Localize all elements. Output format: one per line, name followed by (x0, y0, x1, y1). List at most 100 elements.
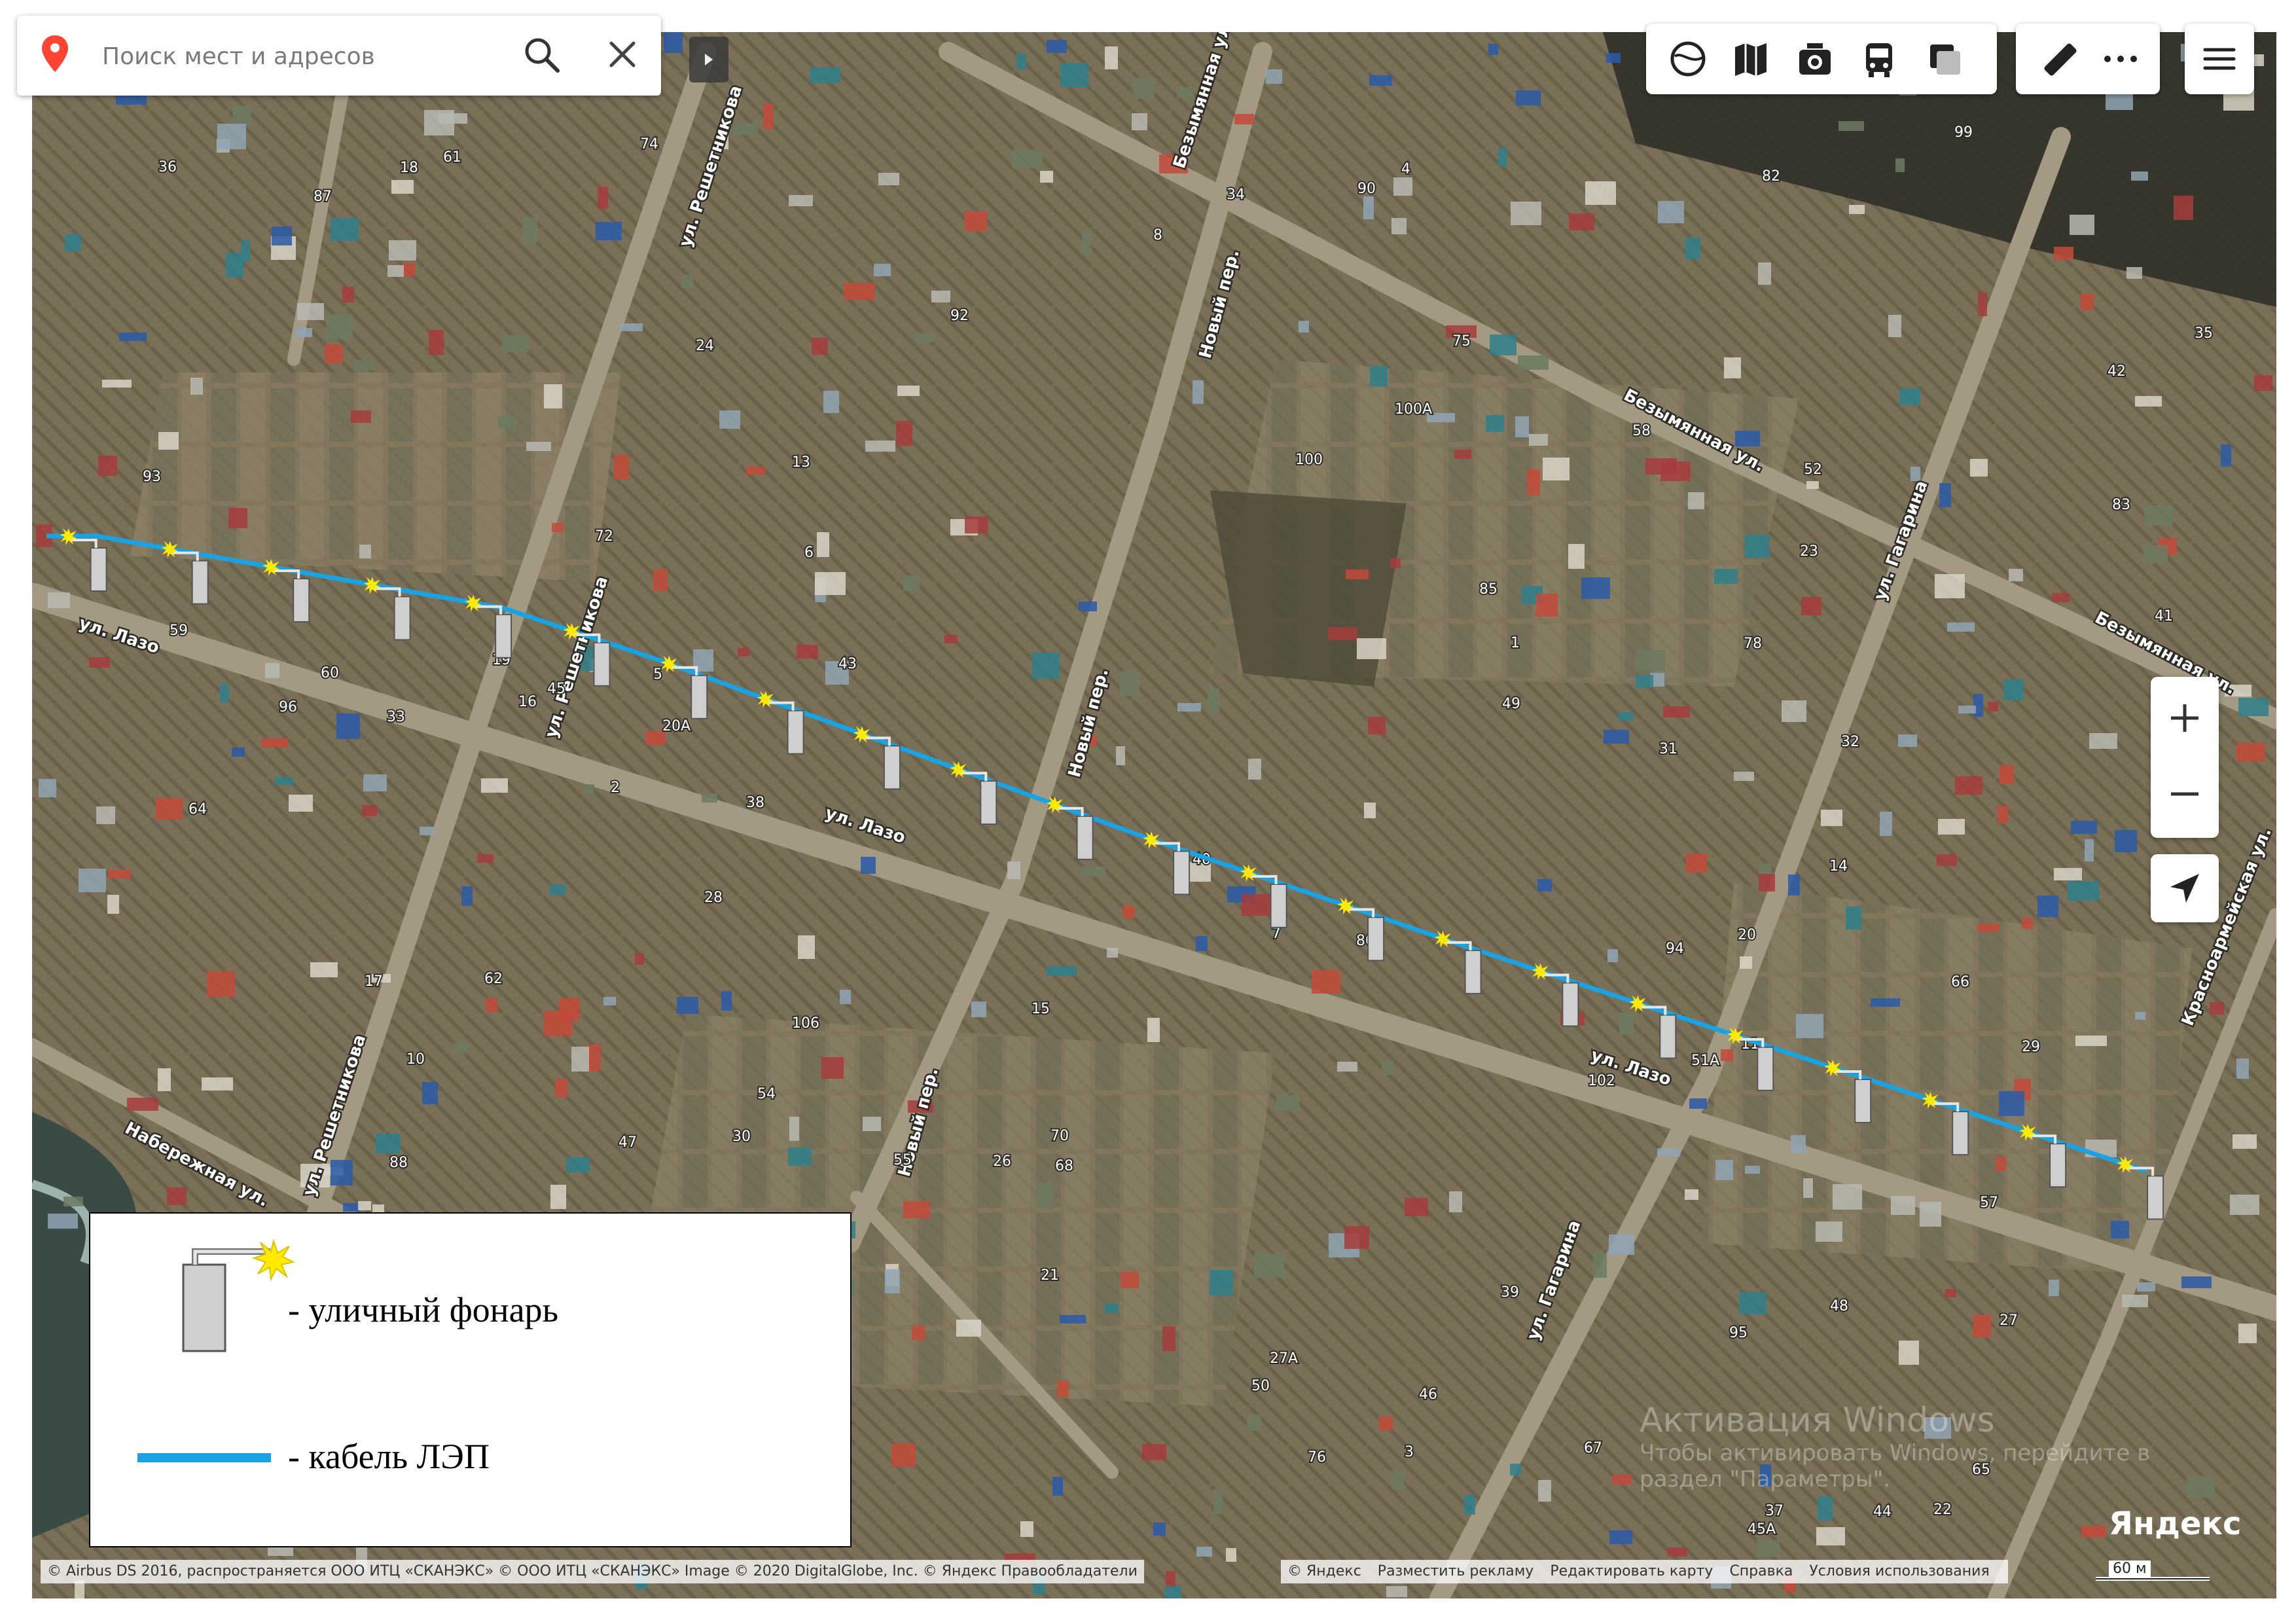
house (1899, 388, 1920, 405)
house (526, 442, 551, 451)
copyright-bar[interactable]: © Airbus DS 2016, распространяется ООО И… (41, 1560, 1144, 1583)
house-number: 76 (1308, 1449, 1326, 1466)
house (1689, 1098, 1707, 1109)
house (1663, 706, 1690, 717)
house-number: 6 (804, 545, 814, 561)
menu-button[interactable] (2185, 24, 2254, 94)
house-number: 92 (950, 308, 969, 324)
house (1568, 544, 1585, 569)
house (903, 575, 920, 591)
zoom-in-button[interactable] (2151, 682, 2219, 754)
house (878, 173, 899, 185)
house-number: 8 (1153, 227, 1162, 244)
more-icon[interactable] (2100, 38, 2142, 80)
collapse-panel-button[interactable] (689, 37, 728, 82)
house-number: 67 (1584, 1440, 1602, 1456)
panorama-icon[interactable] (1794, 38, 1836, 80)
house (1047, 40, 1067, 53)
house (1247, 1415, 1261, 1431)
layers-icon[interactable] (1667, 38, 1709, 80)
house (1796, 1014, 1823, 1038)
help-link[interactable]: Справка (1729, 1563, 1793, 1579)
house-number: 55 (893, 1152, 912, 1168)
windows-activation-watermark: Активация Windows Чтобы активировать Win… (1640, 1401, 2229, 1492)
house (1393, 177, 1412, 196)
house (389, 240, 416, 261)
house-number: 5 (653, 666, 662, 683)
house (1645, 458, 1677, 475)
house (1344, 1226, 1369, 1249)
house (1609, 1530, 1632, 1544)
house-number: 28 (704, 890, 723, 906)
house-number: 17 (365, 973, 383, 990)
ads-link[interactable]: Разместить рекламу (1378, 1563, 1534, 1579)
house (681, 275, 694, 288)
my-location-button[interactable] (2151, 854, 2219, 922)
house-number: 14 (1829, 858, 1848, 875)
house (343, 1203, 360, 1212)
house (2254, 375, 2272, 391)
house (1609, 1235, 1634, 1255)
house (598, 187, 608, 209)
house-number: 94 (1666, 941, 1684, 957)
house-number: 42 (2108, 363, 2126, 380)
house-number: 99 (1954, 124, 1973, 141)
house (2052, 593, 2070, 602)
house (1606, 53, 1621, 63)
house (1242, 894, 1272, 916)
house (2054, 868, 2082, 880)
house (817, 532, 829, 557)
search-icon[interactable] (522, 35, 562, 77)
house-number: 88 (389, 1155, 408, 1171)
house (351, 410, 371, 423)
house (1685, 238, 1700, 259)
map-toolbar (1646, 24, 1997, 94)
ruler-icon[interactable] (2039, 38, 2081, 80)
search-input[interactable] (101, 35, 470, 77)
house (158, 1068, 171, 1091)
house (265, 663, 279, 678)
house (325, 344, 343, 363)
house (2081, 1526, 2106, 1538)
house (1715, 1160, 1733, 1180)
house (788, 1147, 812, 1166)
house-number: 3 (1405, 1444, 1414, 1460)
house (812, 338, 828, 355)
house (1593, 1252, 1607, 1278)
edit-map-link[interactable]: Редактировать карту (1550, 1563, 1713, 1579)
house (522, 217, 537, 243)
house (96, 806, 115, 824)
house (387, 265, 404, 277)
house (821, 1057, 844, 1079)
yandex-copyright-link[interactable]: © Яндекс (1287, 1563, 1361, 1579)
zoom-out-button[interactable] (2151, 758, 2219, 830)
house-number: 54 (757, 1086, 776, 1102)
house (156, 798, 183, 820)
terms-link[interactable]: Условия использования (1809, 1563, 1989, 1579)
house (844, 283, 875, 300)
scale-label: 60 м (2109, 1561, 2151, 1577)
close-icon[interactable] (607, 39, 637, 72)
house (1668, 1547, 1687, 1557)
house-number: 49 (1502, 696, 1520, 712)
house (362, 805, 377, 816)
house (363, 774, 387, 791)
house (1147, 1018, 1160, 1042)
legend-cable-label: - кабель ЛЭП (288, 1437, 490, 1476)
house (108, 870, 131, 878)
house (2003, 679, 2024, 700)
transit-icon[interactable] (1858, 38, 1900, 80)
house (1454, 450, 1471, 459)
house-number: 50 (1251, 1378, 1270, 1394)
map-switch-icon[interactable] (1730, 38, 1772, 80)
house-number: 58 (1632, 423, 1651, 439)
house (2122, 1295, 2148, 1307)
house (429, 330, 444, 355)
watermark-title: Активация Windows (1640, 1401, 1995, 1440)
house (2221, 444, 2231, 467)
house (1166, 1571, 1175, 1587)
house (1020, 1521, 1033, 1537)
traffic-icon[interactable] (1924, 38, 1965, 80)
field-zone (1701, 883, 2192, 1276)
house (336, 713, 360, 739)
